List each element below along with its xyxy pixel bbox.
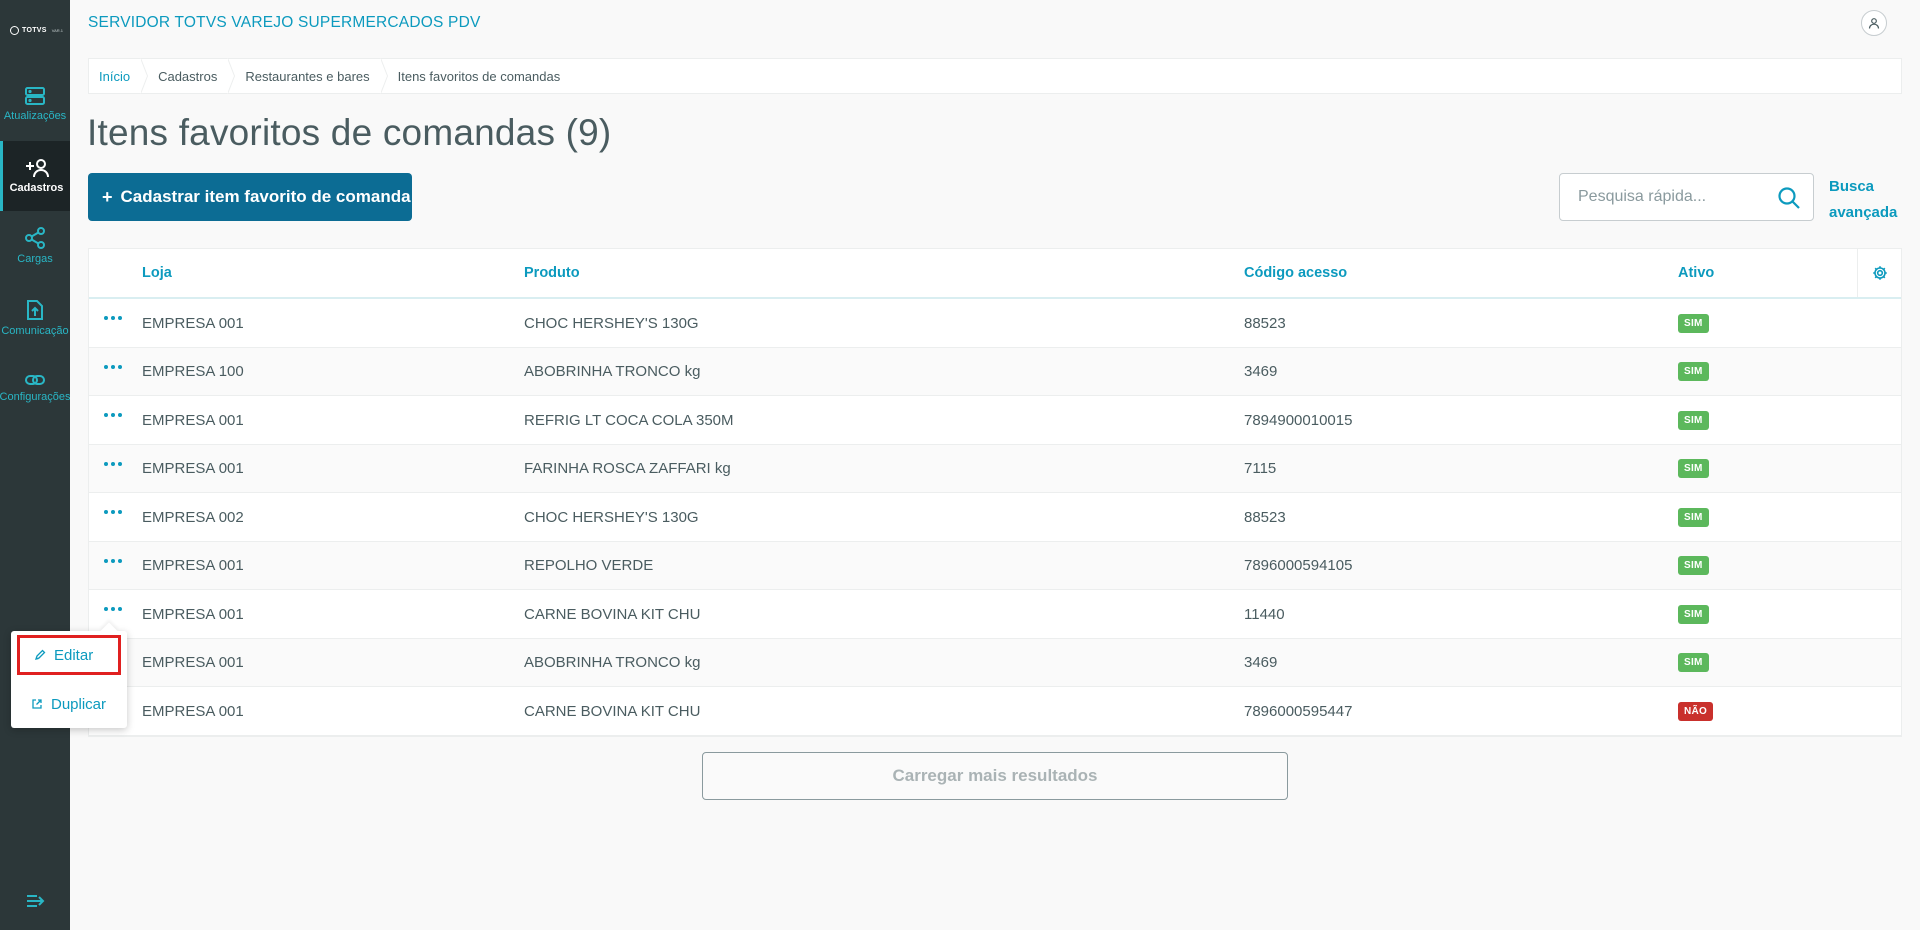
sidebar-item-cargas[interactable]: Cargas [0,211,70,281]
add-favorite-item-label: Cadastrar item favorito de comanda [120,187,411,206]
menu-item-editar[interactable]: Editar [17,635,121,675]
table-row: EMPRESA 100 ABOBRINHA TRONCO kg 3469 SIM [89,347,1901,396]
cell-loja: EMPRESA 001 [142,605,244,623]
search-input[interactable] [1578,188,1778,206]
gear-icon [1872,266,1887,280]
cell-codigo: 7896000595447 [1244,702,1353,720]
cell-loja: EMPRESA 001 [142,702,244,720]
page-title: Itens favoritos de comandas (9) [87,112,612,153]
cell-produto: CARNE BOVINA KIT CHU [524,605,701,623]
cell-loja: EMPRESA 100 [142,363,244,380]
cell-loja: EMPRESA 001 [142,557,244,574]
user-avatar[interactable] [1861,10,1887,36]
sidebar-item-cadastros[interactable]: Cadastros [0,141,70,211]
column-header-ativo[interactable]: Ativo [1678,249,1714,297]
sidebar-item-configuracoes[interactable]: Configurações [0,353,70,423]
status-badge: SIM [1678,362,1709,381]
status-badge: SIM [1678,459,1709,478]
breadcrumb-restaurantes-e-bares[interactable]: Restaurantes e bares [235,58,388,94]
advanced-search-link[interactable]: Busca avançada [1829,174,1909,226]
cell-loja: EMPRESA 002 [142,508,244,526]
collapse-menu-icon[interactable] [26,893,46,909]
row-actions-button[interactable] [102,508,124,516]
table-header: Loja Produto Código acesso Ativo [89,249,1901,299]
cell-codigo: 7115 [1244,460,1277,477]
add-user-icon [25,159,49,178]
external-link-icon [32,699,42,709]
cell-produto: REPOLHO VERDE [524,557,654,574]
search-icon[interactable] [1777,186,1801,210]
cell-codigo: 11440 [1244,605,1285,623]
row-actions-button[interactable] [102,460,124,468]
quick-search [1559,173,1814,221]
plus-icon: + [102,186,113,207]
table-row: EMPRESA 001 REPOLHO VERDE 7896000594105 … [89,541,1901,590]
cell-loja: EMPRESA 001 [142,460,244,477]
table-row: EMPRESA 001 ABOBRINHA TRONCO kg 3469 SIM [89,638,1901,687]
cell-codigo: 3469 [1244,363,1278,380]
load-more-button[interactable]: Carregar mais resultados [702,752,1288,800]
favorites-table: Loja Produto Código acesso Ativo EMPRESA… [88,248,1902,737]
breadcrumb-cadastros[interactable]: Cadastros [148,58,236,94]
table-row: EMPRESA 001 FARINHA ROSCA ZAFFARI kg 711… [89,444,1901,493]
add-favorite-item-button[interactable]: + Cadastrar item favorito de comanda [88,173,412,221]
column-header-produto[interactable]: Produto [524,249,580,297]
share-icon [25,227,45,249]
upload-file-icon [27,300,43,320]
status-badge: SIM [1678,410,1709,430]
cell-produto: ABOBRINHA TRONCO kg [524,654,701,671]
sidebar: TOTVS VAR.1 Atualizações Cadastros Carga… [0,0,70,930]
status-badge: SIM [1678,604,1709,624]
row-actions-button[interactable] [102,314,124,322]
row-actions-button[interactable] [102,605,124,613]
cell-produto: ABOBRINHA TRONCO kg [524,363,701,380]
cell-loja: EMPRESA 001 [142,411,244,429]
cell-loja: EMPRESA 001 [142,654,244,671]
column-header-loja[interactable]: Loja [142,249,172,297]
totvs-logo: TOTVS VAR.1 [10,26,63,35]
menu-item-duplicar-label: Duplicar [51,695,107,713]
cell-codigo: 7896000594105 [1244,557,1353,574]
cell-produto: FARINHA ROSCA ZAFFARI kg [524,460,731,477]
menu-item-duplicar[interactable]: Duplicar [17,684,121,724]
logo-ring-icon [10,26,19,35]
table-row: EMPRESA 002 CHOC HERSHEY'S 130G 88523 SI… [89,493,1901,542]
pencil-icon [34,649,46,661]
cell-produto: REFRIG LT COCA COLA 350M [524,411,734,429]
table-row: EMPRESA 001 CARNE BOVINA KIT CHU 7896000… [89,687,1901,736]
row-actions-button[interactable] [102,557,124,565]
breadcrumb: Início Cadastros Restaurantes e bares It… [88,58,1902,94]
row-context-menu: Editar Duplicar [11,631,127,728]
row-actions-button[interactable] [102,411,124,419]
cell-produto: CHOC HERSHEY'S 130G [524,508,699,526]
table-row: EMPRESA 001 CHOC HERSHEY'S 130G 88523 SI… [89,299,1901,348]
table-row: EMPRESA 001 CARNE BOVINA KIT CHU 11440 S… [89,590,1901,639]
cell-codigo: 3469 [1244,654,1278,671]
cell-codigo: 7894900010015 [1244,411,1353,429]
app-title: SERVIDOR TOTVS VAREJO SUPERMERCADOS PDV [88,14,481,31]
cell-codigo: 88523 [1244,508,1286,526]
menu-item-editar-label: Editar [54,646,94,664]
breadcrumb-inicio[interactable]: Início [89,58,149,94]
server-icon [25,87,45,105]
row-actions-button[interactable] [102,363,124,371]
status-badge: SIM [1678,313,1709,333]
link-icon [25,375,45,385]
table-settings-button[interactable] [1857,249,1901,297]
status-badge: SIM [1678,507,1709,527]
cell-produto: CARNE BOVINA KIT CHU [524,702,701,720]
table-body: EMPRESA 001 CHOC HERSHEY'S 130G 88523 SI… [89,299,1901,736]
status-badge: SIM [1678,653,1709,672]
status-badge: NÃO [1678,701,1714,721]
column-header-codigo-acesso[interactable]: Código acesso [1244,249,1347,297]
user-icon [1868,18,1880,29]
cell-produto: CHOC HERSHEY'S 130G [524,314,699,332]
sidebar-item-comunicacao[interactable]: Comunicação [0,283,70,353]
sidebar-item-atualizacoes[interactable]: Atualizações [0,69,70,139]
breadcrumb-current: Itens favoritos de comandas [397,68,561,84]
table-row: EMPRESA 001 REFRIG LT COCA COLA 350M 789… [89,396,1901,445]
cell-loja: EMPRESA 001 [142,314,244,332]
cell-codigo: 88523 [1244,314,1286,332]
status-badge: SIM [1678,556,1709,575]
